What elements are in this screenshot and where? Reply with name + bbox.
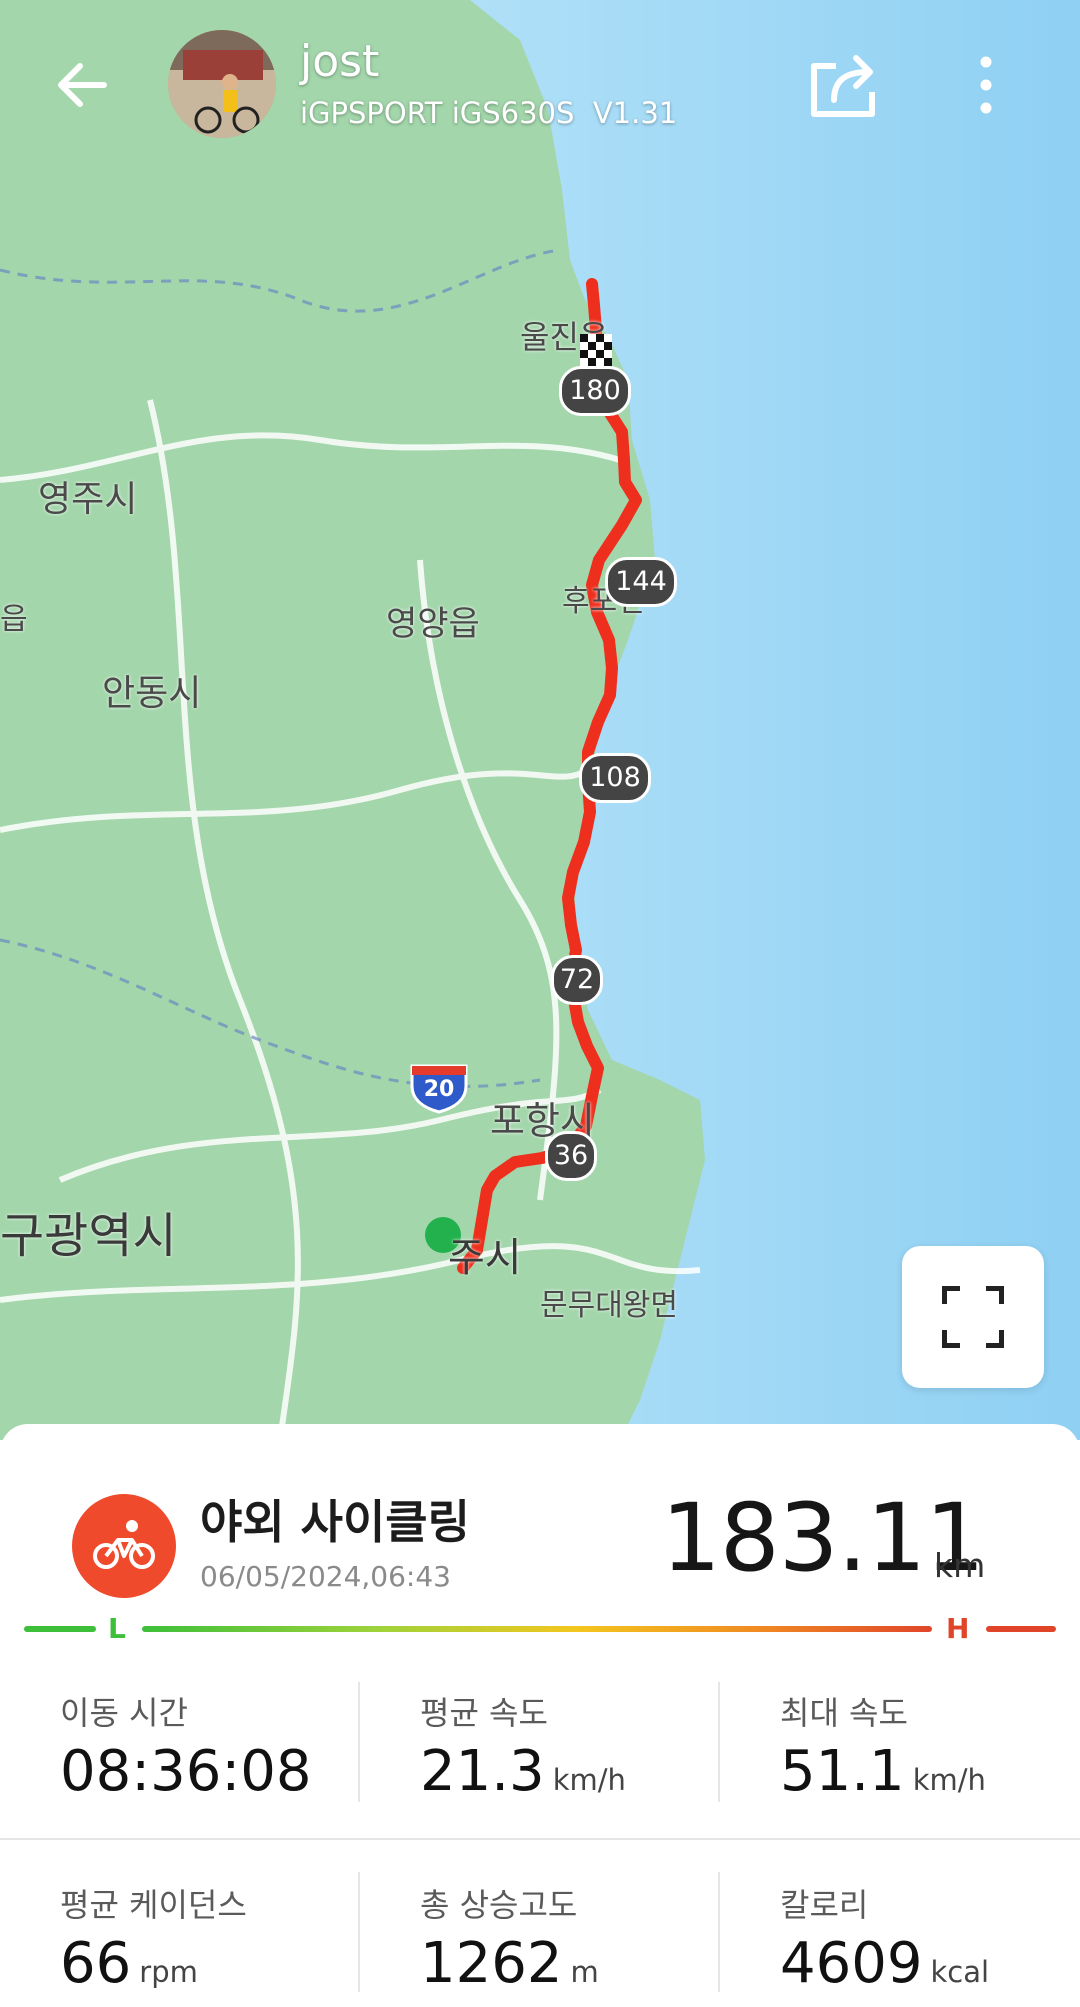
stat-label: 평균 케이던스 [60, 1886, 247, 1924]
stat-value: 08:36:08 [60, 1744, 320, 1800]
place-label: 구광역시 [0, 1208, 177, 1264]
divider [358, 1872, 360, 1992]
place-label: 문무대왕면 [540, 1288, 678, 1323]
stat-value: 1262 m [420, 1936, 599, 1992]
sport-name: 야외 사이클링 [200, 1495, 470, 1549]
highway-shield: 20 [410, 1064, 468, 1114]
more-vertical-icon [980, 56, 992, 114]
top-bar: jost iGPSPORT iGS630S V1.31 [0, 0, 1080, 180]
route-marker: 72 [551, 955, 603, 1005]
stat-number: 51.1 [780, 1739, 905, 1804]
share-button[interactable] [808, 50, 880, 120]
stat-label: 총 상승고도 [420, 1886, 578, 1924]
divider [718, 1682, 720, 1802]
highway-number: 20 [423, 1077, 455, 1102]
checkered-flag-icon [580, 334, 612, 366]
stat-value: 51.1 km/h [780, 1744, 986, 1800]
stat-number: 66 [60, 1931, 132, 1996]
stat-unit: km/h [912, 1763, 986, 1797]
cycling-icon [93, 1520, 155, 1569]
place-label: 주시 [448, 1235, 522, 1281]
divider [0, 1838, 1080, 1840]
route-marker-label: 144 [615, 566, 667, 597]
avatar[interactable] [168, 30, 276, 138]
stat-label: 평균 속도 [420, 1694, 548, 1732]
route-marker-label: 36 [553, 1140, 589, 1171]
more-button[interactable] [966, 52, 1006, 118]
scale-low-label: L [108, 1612, 126, 1645]
stat-unit: m [570, 1955, 599, 1989]
divider [718, 1872, 720, 1992]
place-label: 읍 [0, 602, 28, 637]
distance-unit: km [934, 1546, 986, 1585]
stat-label: 칼로리 [780, 1886, 869, 1924]
scale-bar [142, 1626, 932, 1632]
stat-value: 21.3 km/h [420, 1744, 626, 1800]
stat-value: 66 rpm [60, 1936, 198, 1992]
place-label: 영양읍 [386, 604, 480, 644]
route-marker: 180 [559, 366, 631, 416]
route-marker-label: 180 [569, 375, 621, 406]
device-name: iGPSPORT iGS630S V1.31 [300, 96, 678, 130]
stat-number: 4609 [780, 1931, 923, 1996]
place-label: 안동시 [102, 673, 202, 714]
stat-label: 최대 속도 [780, 1694, 908, 1732]
back-button[interactable] [52, 55, 112, 115]
fullscreen-button[interactable] [902, 1246, 1044, 1388]
route-marker: 36 [545, 1131, 597, 1181]
activity-date: 06/05/2024,06:43 [200, 1560, 451, 1593]
stat-number: 1262 [420, 1931, 563, 1996]
sport-icon-badge [72, 1494, 176, 1598]
scale-bar-right [986, 1626, 1056, 1632]
route-marker: 108 [579, 753, 651, 803]
stat-unit: kcal [930, 1955, 990, 1989]
activity-summary-panel: 야외 사이클링 06/05/2024,06:43 183.11 km L H 이… [0, 1424, 1080, 2007]
arrow-left-icon [58, 63, 107, 107]
share-icon [811, 55, 875, 117]
user-name: jost [300, 36, 380, 87]
route-marker-label: 72 [559, 964, 595, 995]
scale-high-label: H [946, 1612, 970, 1645]
stat-unit: km/h [552, 1763, 626, 1797]
stat-label: 이동 시간 [60, 1694, 188, 1732]
scale-bar-left [24, 1626, 96, 1632]
place-label: 영주시 [38, 479, 138, 520]
stat-unit: rpm [139, 1955, 198, 1989]
route-marker-label: 108 [589, 762, 641, 793]
route-marker: 144 [605, 557, 677, 607]
fullscreen-icon [942, 1286, 1004, 1348]
stat-value: 4609 kcal [780, 1936, 989, 1992]
stat-number: 08:36:08 [60, 1739, 312, 1804]
stat-number: 21.3 [420, 1739, 545, 1804]
divider [358, 1682, 360, 1802]
